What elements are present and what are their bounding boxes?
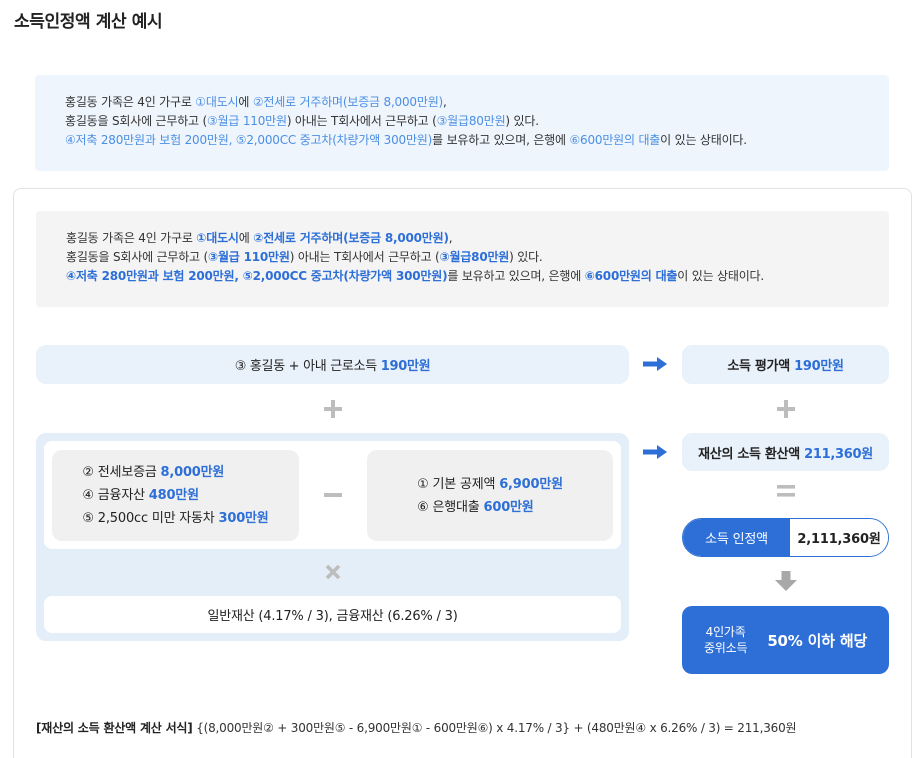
income-evaluation-amount: 190만원 — [794, 359, 844, 374]
property-deductions-list: ① 기본 공제액 6,900만원 ⑥ 은행대출 600만원 — [417, 473, 563, 519]
list-item: ⑥ 은행대출 600만원 — [417, 496, 563, 519]
highlight-text: ③월급80만원 — [439, 250, 510, 264]
text-line: 홍길동을 S회사에 근무하고 (③월급 110만원) 아내는 T회사에서 근무하… — [66, 248, 889, 267]
earned-income-label: ③ 홍길동 + 아내 근로소득 — [234, 359, 378, 374]
plain-text: ) 아내는 T회사에서 근무하고 ( — [289, 250, 440, 264]
plain-text: ) 있다. — [505, 114, 539, 128]
minus-icon — [324, 493, 342, 497]
highlight-text: ①대도시 — [196, 231, 239, 245]
text-line: 홍길동 가족은 4인 가구로 ①대도시에 ②전세로 거주하며(보증금 8,000… — [66, 229, 889, 248]
plain-text: 홍길동 가족은 4인 가구로 — [65, 95, 196, 109]
page-title: 소득인정액 계산 예시 — [14, 12, 163, 32]
plain-text: 에 — [238, 95, 253, 109]
income-evaluation-pill: 소득 평가액 190만원 — [682, 345, 889, 384]
highlight-text: ②전세로 거주하며(보증금 8,000만원) — [252, 95, 444, 109]
arrow-right-icon — [643, 357, 667, 371]
highlight-text: ⑥600만원의 대출 — [584, 269, 678, 283]
earned-income-amount: 190만원 — [380, 359, 431, 374]
asset-amount: 300만원 — [218, 511, 269, 526]
deduction-label: ⑥ 은행대출 — [417, 499, 480, 515]
property-calculation-box: ② 전세보증금 8,000만원 ④ 금융자산 480만원 ⑤ 2,500cc 미… — [36, 433, 629, 641]
highlight-text: ①대도시 — [195, 95, 239, 109]
property-assets-list: ② 전세보증금 8,000만원 ④ 금융자산 480만원 ⑤ 2,500cc 미… — [82, 461, 268, 530]
highlight-text: ②전세로 거주하며(보증금 8,000만원) — [253, 231, 449, 245]
multiply-icon — [325, 564, 341, 580]
result-group-label: 4인가족 중위소득 — [703, 624, 748, 656]
property-income-label: 재산의 소득 환산액 — [698, 446, 800, 462]
plain-text: ) 있다. — [509, 250, 543, 264]
result-group-line: 4인가족 — [705, 625, 746, 639]
highlight-text: ③월급80만원 — [436, 114, 506, 128]
formula-expression: {(8,000만원② + 300만원⑤ - 6,900만원① - 600만원⑥)… — [196, 721, 797, 735]
conversion-rate-text: 일반재산 (4.17% / 3), 금융재산 (6.26% / 3) — [207, 609, 458, 624]
highlight-text: ③월급 110만원 — [206, 114, 287, 128]
list-item: ② 전세보증금 8,000만원 — [82, 461, 268, 484]
property-deductions-box: ① 기본 공제액 6,900만원 ⑥ 은행대출 600만원 — [367, 450, 613, 541]
plus-icon — [324, 400, 342, 418]
highlight-text: ③월급 110만원 — [207, 250, 290, 264]
income-recognized-label: 소득 인정액 — [683, 519, 790, 556]
highlight-text: ④저축 280만원과 보험 200만원, ⑤2,000CC 중고차(차량가액 3… — [65, 133, 433, 147]
earned-income-text: ③ 홍길동 + 아내 근로소득 190만원 — [235, 355, 431, 374]
asset-amount: 480만원 — [148, 488, 199, 503]
formula-note: [재산의 소득 환산액 계산 서식] {(8,000만원② + 300만원⑤ -… — [36, 719, 797, 737]
list-item: ④ 금융자산 480만원 — [82, 484, 268, 507]
plain-text: , — [443, 95, 447, 109]
plain-text: 이 있는 상태이다. — [677, 269, 765, 283]
arrow-down-icon — [775, 571, 797, 591]
list-item: ① 기본 공제액 6,900만원 — [417, 473, 563, 496]
list-item: ⑤ 2,500cc 미만 자동차 300만원 — [82, 507, 268, 530]
result-verdict: 50% 이하 해당 — [767, 631, 868, 650]
plain-text: 홍길동을 S회사에 근무하고 ( — [65, 114, 207, 128]
deduction-amount: 600만원 — [483, 499, 534, 515]
property-income-amount: 211,360원 — [804, 446, 873, 462]
property-income-pill: 재산의 소득 환산액 211,360원 — [682, 433, 889, 471]
text-line: 홍길동을 S회사에 근무하고 (③월급 110만원) 아내는 T회사에서 근무하… — [65, 112, 889, 131]
plain-text: 이 있는 상태이다. — [660, 133, 747, 147]
result-box: 4인가족 중위소득 50% 이하 해당 — [682, 606, 889, 674]
asset-amount: 8,000만원 — [160, 465, 225, 480]
example-scenario-box: 홍길동 가족은 4인 가구로 ①대도시에 ②전세로 거주하며(보증금 8,000… — [36, 211, 889, 307]
plain-text: 를 보유하고 있으며, 은행에 — [447, 269, 585, 283]
plain-text: , — [448, 231, 453, 245]
highlight-text: ④저축 280만원과 보험 200만원, ⑤2,000CC 중고차(차량가액 3… — [66, 269, 448, 283]
asset-label: ④ 금융자산 — [82, 488, 145, 503]
deduction-label: ① 기본 공제액 — [417, 476, 496, 492]
plain-text: ) 아내는 T회사에서 근무하고 ( — [286, 114, 437, 128]
plus-icon — [777, 400, 795, 418]
plain-text: 홍길동을 S회사에 근무하고 ( — [66, 250, 208, 264]
property-income-text: 재산의 소득 환산액 211,360원 — [698, 443, 873, 462]
income-recognized-pill: 소득 인정액 2,111,360원 — [682, 518, 889, 557]
conversion-rate-panel: 일반재산 (4.17% / 3), 금융재산 (6.26% / 3) — [44, 596, 621, 633]
plain-text: 에 — [238, 231, 254, 245]
property-value-panel: ② 전세보증금 8,000만원 ④ 금융자산 480만원 ⑤ 2,500cc 미… — [44, 441, 621, 549]
highlight-text: ⑥600만원의 대출 — [569, 133, 661, 147]
arrow-right-icon — [643, 445, 667, 459]
income-recognized-amount: 2,111,360원 — [790, 519, 888, 556]
plain-text: 홍길동 가족은 4인 가구로 — [66, 231, 197, 245]
plain-text: 를 보유하고 있으며, 은행에 — [432, 133, 570, 147]
income-evaluation-text: 소득 평가액 190만원 — [727, 355, 844, 374]
result-group-line: 중위소득 — [703, 641, 748, 655]
text-line: ④저축 280만원과 보험 200만원, ⑤2,000CC 중고차(차량가액 3… — [65, 131, 889, 150]
property-assets-box: ② 전세보증금 8,000만원 ④ 금융자산 480만원 ⑤ 2,500cc 미… — [52, 450, 299, 541]
example-card: 홍길동 가족은 4인 가구로 ①대도시에 ②전세로 거주하며(보증금 8,000… — [13, 188, 912, 758]
example-summary-box: 홍길동 가족은 4인 가구로 ①대도시에 ②전세로 거주하며(보증금 8,000… — [35, 75, 889, 171]
text-line: ④저축 280만원과 보험 200만원, ⑤2,000CC 중고차(차량가액 3… — [66, 267, 889, 286]
deduction-amount: 6,900만원 — [499, 476, 563, 492]
earned-income-pill: ③ 홍길동 + 아내 근로소득 190만원 — [36, 345, 629, 384]
text-line: 홍길동 가족은 4인 가구로 ①대도시에 ②전세로 거주하며(보증금 8,000… — [65, 93, 889, 112]
asset-label: ⑤ 2,500cc 미만 자동차 — [82, 511, 215, 526]
income-evaluation-label: 소득 평가액 — [727, 359, 790, 374]
asset-label: ② 전세보증금 — [82, 465, 157, 480]
formula-label: [재산의 소득 환산액 계산 서식] — [36, 721, 193, 735]
equals-icon — [777, 485, 795, 497]
